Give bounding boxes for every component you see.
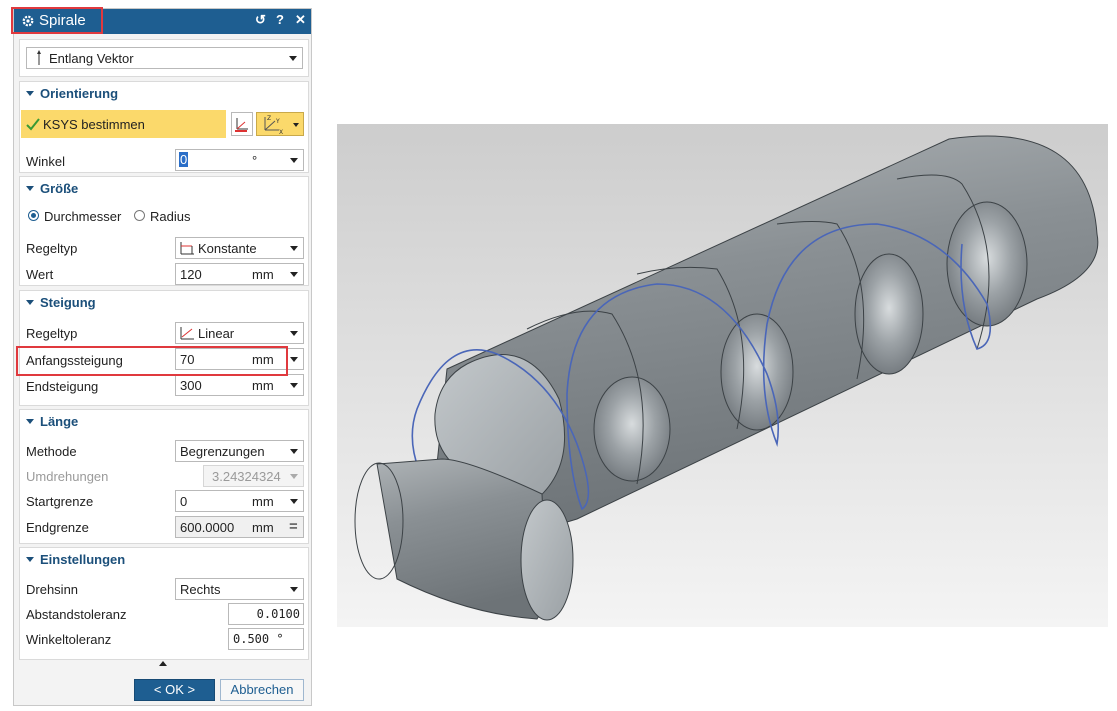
svg-text:Y: Y xyxy=(275,118,280,125)
reset-icon[interactable]: ↺ xyxy=(255,12,266,28)
chevron-down-icon xyxy=(293,123,299,127)
length-method-label: Methode xyxy=(26,444,77,459)
close-icon[interactable]: ✕ xyxy=(295,12,306,28)
chevron-down-icon xyxy=(290,383,298,388)
vector-icon xyxy=(37,50,41,65)
length-end-value: 600.0000 xyxy=(180,520,235,535)
equals-icon[interactable]: = xyxy=(289,518,298,535)
angle-label: Winkel xyxy=(26,154,66,169)
angle-tol-label: Winkeltoleranz xyxy=(26,632,112,647)
type-panel: Entlang Vektor xyxy=(19,39,309,77)
csys-label: KSYS bestimmen xyxy=(43,117,145,132)
length-panel: Länge Methode Begrenzungen Umdrehungen 3… xyxy=(19,409,309,544)
settings-panel: Einstellungen Drehsinn Rechts Abstandsto… xyxy=(19,547,309,660)
size-rule-label: Regeltyp xyxy=(26,241,78,256)
title-highlight-box xyxy=(11,7,103,34)
pitch-end-unit: mm xyxy=(252,378,274,393)
ok-button[interactable]: < OK > xyxy=(134,679,215,701)
angle-tol-field[interactable]: 0.500 ° xyxy=(228,628,304,650)
turns-label: Umdrehungen xyxy=(26,469,109,484)
size-value: 120 xyxy=(180,267,202,282)
turns-value: 3.24324324 xyxy=(212,469,281,484)
length-start-unit: mm xyxy=(252,494,274,509)
chevron-down-icon xyxy=(290,272,298,277)
helical-shaft-model xyxy=(354,135,1099,621)
dist-tol-label: Abstandstoleranz xyxy=(26,607,127,622)
pitch-panel: Steigung Regeltyp Linear Anfangssteigung… xyxy=(16,290,309,406)
angle-field[interactable]: 0 ° xyxy=(175,149,304,171)
pitch-end-field[interactable]: 300 mm xyxy=(175,374,304,396)
pitch-rule-select[interactable]: Linear xyxy=(175,322,304,344)
direction-select[interactable]: Rechts xyxy=(175,578,304,600)
length-end-unit: mm xyxy=(252,520,274,535)
size-rule-value: Konstante xyxy=(198,241,257,256)
length-start-field[interactable]: 0 mm xyxy=(175,490,304,512)
angle-unit: ° xyxy=(252,153,258,168)
csys-dialog-button[interactable] xyxy=(231,112,253,136)
type-select[interactable]: Entlang Vektor xyxy=(26,47,303,69)
direction-value: Rechts xyxy=(180,582,221,597)
pitch-end-value: 300 xyxy=(180,378,202,393)
chevron-down-icon xyxy=(290,587,298,592)
orientation-header[interactable]: Orientierung xyxy=(26,86,118,101)
angle-value: 0 xyxy=(179,152,189,167)
linear-rule-icon xyxy=(180,327,194,340)
csys-row[interactable]: KSYS bestimmen xyxy=(21,110,226,138)
constant-rule-icon xyxy=(180,242,194,255)
orientation-panel: Orientierung KSYS bestimmen ZYX Winkel 0… xyxy=(19,81,309,173)
angle-tol-value: 0.500 ° xyxy=(233,632,284,646)
pitch-start-highlight-box xyxy=(16,346,288,376)
chevron-down-icon xyxy=(290,474,298,479)
length-end-field[interactable]: 600.0000 mm = xyxy=(175,516,304,538)
length-method-value: Begrenzungen xyxy=(180,444,265,459)
type-select-value: Entlang Vektor xyxy=(49,51,134,66)
graphics-viewport[interactable] xyxy=(337,124,1108,627)
size-value-field[interactable]: 120 mm xyxy=(175,263,304,285)
size-panel: Größe Durchmesser Radius Regeltyp Konsta… xyxy=(19,176,309,286)
length-start-label: Startgrenze xyxy=(26,494,94,509)
length-method-select[interactable]: Begrenzungen xyxy=(175,440,304,462)
chevron-down-icon xyxy=(290,499,298,504)
csys-type-button[interactable]: ZYX xyxy=(256,112,304,136)
size-rule-select[interactable]: Konstante xyxy=(175,237,304,259)
chevron-down-icon xyxy=(290,246,298,251)
chevron-down-icon xyxy=(290,158,298,163)
pitch-header[interactable]: Steigung xyxy=(26,295,96,310)
length-end-label: Endgrenze xyxy=(26,520,89,535)
length-start-value: 0 xyxy=(180,494,188,509)
chevron-down-icon xyxy=(289,56,297,61)
pitch-rule-value: Linear xyxy=(198,326,235,341)
chevron-down-icon xyxy=(290,331,298,336)
direction-label: Drehsinn xyxy=(26,582,79,597)
cancel-button[interactable]: Abbrechen xyxy=(220,679,304,701)
collapse-up-icon[interactable] xyxy=(159,661,167,666)
spirale-dialog: Spirale ↺ ? ✕ Entlang Vektor Orientierun… xyxy=(11,7,312,706)
chevron-down-icon xyxy=(290,449,298,454)
radio-diameter-label: Durchmesser xyxy=(44,209,122,224)
pitch-end-label: Endsteigung xyxy=(26,379,99,394)
pitch-rule-label: Regeltyp xyxy=(26,326,78,341)
dist-tol-field[interactable]: 0.0100 xyxy=(228,603,304,625)
radio-unchecked-icon xyxy=(134,210,145,221)
size-value-label: Wert xyxy=(26,267,54,282)
radio-radius-label: Radius xyxy=(150,209,191,224)
size-header[interactable]: Größe xyxy=(26,181,78,196)
settings-header[interactable]: Einstellungen xyxy=(26,552,125,567)
size-unit: mm xyxy=(252,267,274,282)
svg-text:Z: Z xyxy=(267,115,271,122)
help-icon[interactable]: ? xyxy=(276,12,284,27)
csys-axes-icon: Z YX xyxy=(264,115,283,136)
svg-text:X: X xyxy=(279,129,283,135)
length-header[interactable]: Länge xyxy=(26,414,78,429)
csys-dialog-icon xyxy=(235,118,248,132)
chevron-down-icon xyxy=(290,357,298,362)
turns-field: 3.24324324 xyxy=(203,465,304,487)
radio-checked-icon xyxy=(28,210,39,221)
dist-tol-value: 0.0100 xyxy=(256,607,300,621)
checkmark-icon xyxy=(26,118,40,131)
